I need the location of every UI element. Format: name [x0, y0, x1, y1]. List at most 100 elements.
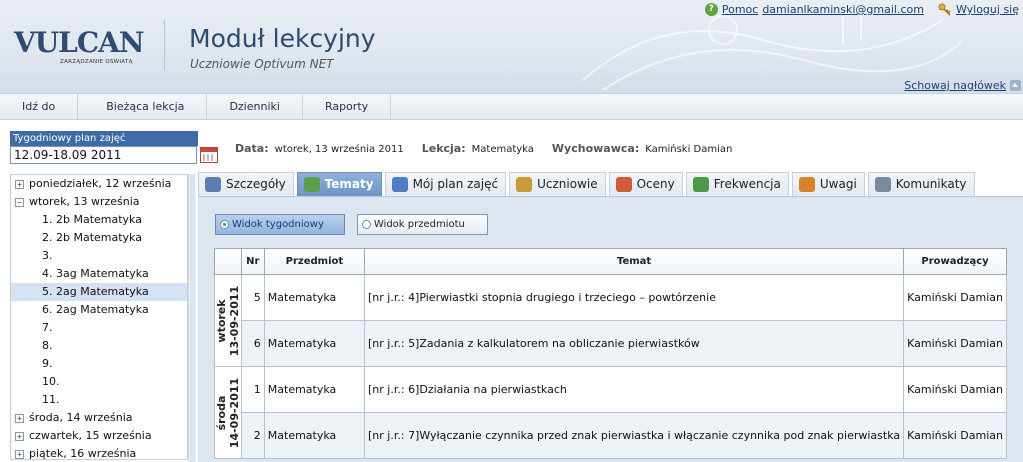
weekly-view-radio-icon: [220, 220, 229, 229]
user-email-link[interactable]: damianlkaminski@gmail.com: [762, 3, 924, 16]
tree-item-label: 6. 2ag Matematyka: [42, 303, 149, 316]
logout-link[interactable]: Wyloguj się: [956, 3, 1019, 16]
tree-lesson-item[interactable]: 4. 3ag Matematyka: [11, 265, 187, 283]
collapse-icon[interactable]: −: [15, 197, 24, 207]
tab-label: Mój plan zajęć: [412, 177, 499, 191]
tree-day-item[interactable]: + środa, 14 września: [11, 409, 187, 427]
col-topic: Temat: [364, 248, 905, 275]
tab-magnifier[interactable]: Szczegóły: [198, 172, 294, 196]
app-header: VULCAN ZARZĄDZANIE OŚWIATĄ Moduł lekcyjn…: [0, 0, 1023, 93]
cell-topic: [nr j.r.: 5]Zadania z kalkulatorem na ob…: [364, 320, 905, 367]
tree-item-label: 5. 2ag Matematyka: [42, 285, 149, 298]
date-cell-day: wtorek: [214, 298, 228, 343]
tree-lesson-item[interactable]: 2. 2b Matematyka: [11, 229, 187, 247]
week-input[interactable]: [10, 146, 197, 164]
tree-item-label: 11.: [42, 393, 60, 406]
tab-label: Szczegóły: [226, 177, 286, 191]
module-title: Moduł lekcyjny: [189, 24, 376, 53]
cell-teacher: Kamiński Damian: [903, 366, 1007, 413]
date-cell-day: środa: [214, 395, 228, 430]
tree-item-label: 10.: [42, 375, 60, 388]
tree-lesson-item[interactable]: 5. 2ag Matematyka: [11, 283, 187, 301]
tab-label: Tematy: [324, 177, 374, 191]
schedule-icon: [391, 177, 408, 192]
tree-lesson-item[interactable]: 11.: [11, 391, 187, 409]
week-selector: Tygodniowy plan zajęć: [10, 131, 220, 164]
tree-item-label: 3.: [42, 249, 53, 262]
tree-day-item[interactable]: + czwartek, 15 września: [11, 427, 187, 445]
cell-subject: Matematyka: [263, 320, 366, 367]
expand-icon[interactable]: +: [15, 179, 24, 189]
table-row[interactable]: 2 Matematyka [nr j.r.: 7]Wyłączanie czynni…: [215, 412, 1007, 459]
tree-day-item[interactable]: − wtorek, 13 września: [11, 193, 187, 211]
tree-lesson-item[interactable]: 7.: [11, 319, 187, 337]
cell-topic: [nr j.r.: 4]Pierwiastki stopnia drugiego…: [364, 274, 905, 321]
tree-day-item[interactable]: + piątek, 16 września: [11, 445, 187, 460]
tab-grades[interactable]: Oceny: [608, 172, 683, 196]
topics-table: Nr Przedmiot Temat Prowadzący wtorek 13-0…: [214, 248, 1007, 459]
tab-megaphone[interactable]: Komunikaty: [867, 172, 975, 196]
menu-current-lesson[interactable]: Bieżąca lekcja: [78, 94, 208, 119]
cell-teacher: Kamiński Damian: [903, 274, 1007, 321]
weekly-view-button[interactable]: Widok tygodniowy: [215, 214, 345, 235]
cell-teacher: Kamiński Damian: [903, 320, 1007, 367]
vulcan-logo-subtitle: ZARZĄDZANIE OŚWIATĄ: [60, 59, 133, 65]
key-icon[interactable]: [938, 3, 952, 16]
help-icon[interactable]: ?: [704, 3, 718, 16]
menu-journals[interactable]: Dzienniki: [207, 94, 303, 119]
vulcan-logo: VULCAN: [14, 26, 144, 59]
tree-lesson-item[interactable]: 1. 2b Matematyka: [11, 211, 187, 229]
cell-subject: Matematyka: [263, 274, 366, 321]
cell-topic: [nr j.r.: 7]Wyłączanie czynnika przed zn…: [364, 412, 905, 459]
tab-label: Komunikaty: [895, 177, 967, 191]
subject-view-button[interactable]: Widok przedmiotu: [356, 214, 488, 235]
tab-topics[interactable]: Tematy: [296, 172, 382, 196]
tree-lesson-item[interactable]: 6. 2ag Matematyka: [11, 301, 187, 319]
expand-icon[interactable]: +: [15, 449, 24, 459]
calendar-icon[interactable]: [200, 147, 218, 163]
tree-lesson-item[interactable]: 10.: [11, 373, 187, 391]
header-divider: [164, 20, 165, 70]
menu-go-to[interactable]: Idź do: [0, 94, 79, 119]
subject-view-radio-icon: [361, 220, 371, 229]
date-cell: środa 14-09-2011: [214, 366, 242, 459]
tree-day-item[interactable]: + poniedziałek, 12 września: [11, 175, 187, 193]
weekly-view-label: Widok tygodniowy: [232, 219, 324, 230]
tree-item-label: czwartek, 15 września: [29, 429, 152, 442]
cell-nr: 5: [240, 274, 265, 321]
hide-header-link[interactable]: Schowaj nagłówek: [904, 79, 1006, 92]
megaphone-icon: [874, 177, 891, 192]
collapse-arrow-icon[interactable]: [1010, 80, 1021, 91]
cell-topic: [nr j.r.: 6]Działania na pierwiastkach: [364, 366, 905, 413]
tab-label: Uczniowie: [537, 177, 598, 191]
table-row[interactable]: 6 Matematyka [nr j.r.: 5]Zadania z kalkula…: [215, 320, 1007, 367]
tree-scrollbar[interactable]: [188, 174, 196, 462]
table-row[interactable]: wtorek 13-09-2011 5 Matematyka [nr j.r.: 4]…: [214, 274, 1007, 367]
help-link[interactable]: Pomoc: [722, 3, 758, 16]
topics-icon: [303, 177, 320, 192]
tree-item-label: 7.: [42, 321, 53, 334]
tree-scrollbar-thumb[interactable]: [190, 174, 195, 462]
tab-schedule[interactable]: Mój plan zajęć: [384, 172, 507, 196]
tree-item-label: środa, 14 września: [29, 411, 133, 424]
expand-icon[interactable]: +: [15, 413, 24, 423]
tab-attendance[interactable]: Frekwencja: [685, 172, 789, 196]
tree-item-label: 1. 2b Matematyka: [42, 213, 142, 226]
menu-reports[interactable]: Raporty: [303, 94, 392, 119]
tree-lesson-item[interactable]: 8.: [11, 337, 187, 355]
date-cell-date: 14-09-2011: [227, 377, 241, 448]
tab-label: Uwagi: [819, 177, 857, 191]
tree-item-label: wtorek, 13 września: [29, 195, 140, 208]
expand-icon[interactable]: +: [15, 431, 24, 441]
tab-students[interactable]: Uczniowie: [509, 172, 606, 196]
col-nr: Nr: [240, 248, 265, 275]
topics-table-body: wtorek 13-09-2011 5 Matematyka [nr j.r.: 4]…: [214, 274, 1007, 459]
tab-remarks[interactable]: Uwagi: [791, 172, 865, 196]
tree-item-label: poniedziałek, 12 września: [29, 177, 172, 190]
topics-panel: Widok tygodniowy Widok przedmiotu Nr Prz…: [198, 196, 1023, 462]
students-icon: [516, 177, 533, 192]
tree-item-label: piątek, 16 września: [29, 447, 137, 460]
tree-lesson-item[interactable]: 3.: [11, 247, 187, 265]
tree-lesson-item[interactable]: 9.: [11, 355, 187, 373]
table-row[interactable]: środa 14-09-2011 1 Matematyka [nr j.r.: 6]Dz…: [214, 366, 1007, 459]
